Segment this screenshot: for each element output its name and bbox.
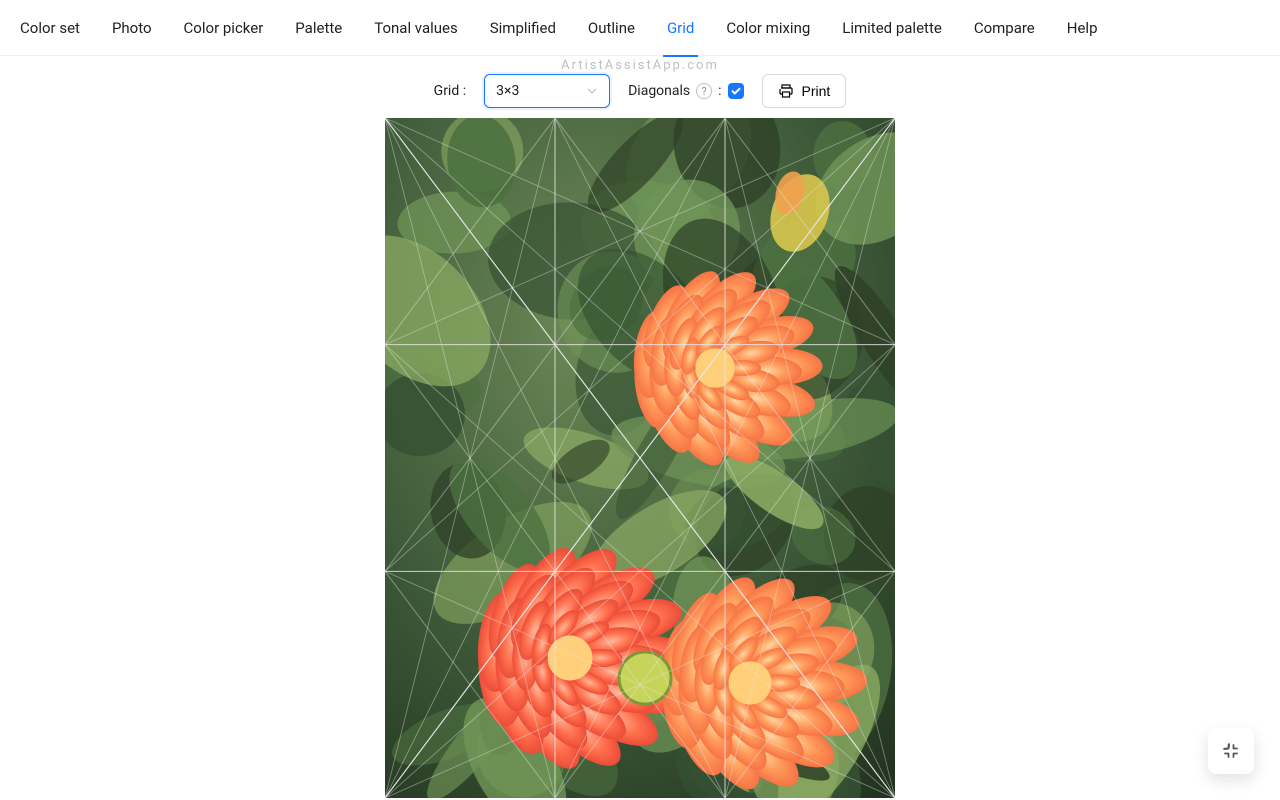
collapse-icon: [1222, 742, 1240, 760]
tab-outline[interactable]: Outline: [572, 0, 651, 56]
tab-tonal-values[interactable]: Tonal values: [358, 0, 474, 56]
grid-select[interactable]: 3×3: [484, 74, 610, 108]
grid-label: Grid :: [434, 83, 466, 99]
tab-limited-palette[interactable]: Limited palette: [826, 0, 958, 56]
diagonals-checkbox[interactable]: [728, 83, 744, 99]
grid-select-value: 3×3: [496, 83, 519, 99]
reference-photo: [385, 118, 895, 798]
tab-palette[interactable]: Palette: [279, 0, 358, 56]
tab-color-mixing[interactable]: Color mixing: [710, 0, 826, 56]
printer-icon: [778, 83, 794, 99]
tab-compare[interactable]: Compare: [958, 0, 1051, 56]
diagonals-label: Diagonals: [628, 83, 690, 99]
print-button-label: Print: [802, 83, 831, 99]
tab-color-set[interactable]: Color set: [4, 0, 96, 56]
chevron-down-icon: [586, 85, 598, 97]
main-tabs: Color setPhotoColor pickerPaletteTonal v…: [0, 0, 1280, 56]
tab-grid[interactable]: Grid: [651, 0, 710, 56]
tab-help[interactable]: Help: [1051, 0, 1114, 56]
tab-simplified[interactable]: Simplified: [474, 0, 572, 56]
tab-color-picker[interactable]: Color picker: [168, 0, 280, 56]
check-icon: [730, 85, 742, 97]
help-icon[interactable]: ?: [696, 83, 712, 99]
grid-canvas: [385, 118, 895, 798]
print-button[interactable]: Print: [762, 74, 847, 108]
grid-controls: Grid : 3×3 Diagonals ? :: [434, 74, 847, 108]
diagonals-suffix: :: [718, 83, 721, 99]
exit-fullscreen-button[interactable]: [1208, 728, 1254, 774]
tab-photo[interactable]: Photo: [96, 0, 168, 56]
